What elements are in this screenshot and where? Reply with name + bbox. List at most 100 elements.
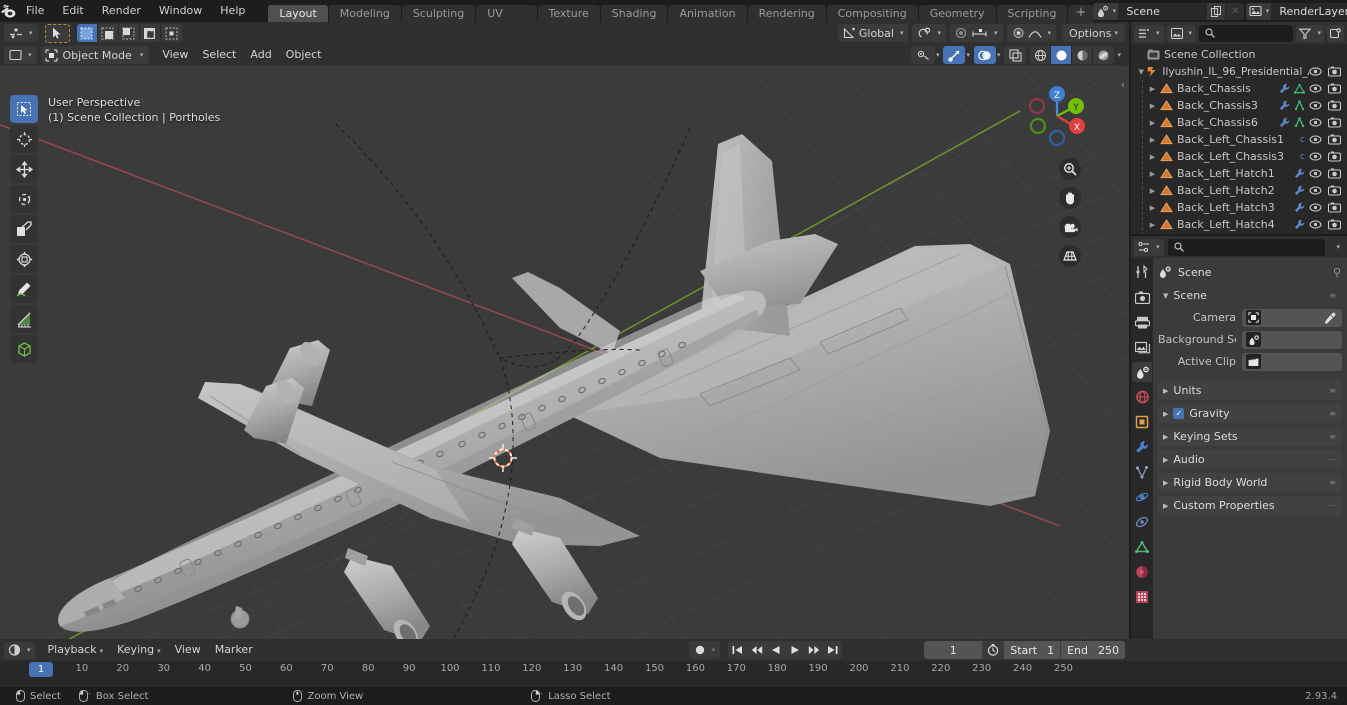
jump-start-button[interactable] bbox=[728, 641, 747, 659]
object-visibility-toggles[interactable] bbox=[1309, 202, 1347, 213]
next-keyframe-button[interactable] bbox=[804, 641, 823, 659]
viewport-menu-object[interactable]: Object bbox=[279, 46, 329, 64]
pin-icon[interactable]: ⚲ bbox=[1333, 267, 1342, 278]
properties-search-input[interactable] bbox=[1167, 238, 1326, 256]
tab-geometry-nodes[interactable]: Geometry Nodes bbox=[918, 5, 996, 37]
select-set-icon[interactable] bbox=[76, 24, 98, 42]
timeline-menu-playback[interactable]: Playback ▾ bbox=[41, 641, 111, 659]
panel-header-keying-sets[interactable]: ▶ Keying Sets ≡ bbox=[1158, 427, 1342, 446]
object-disclosure-triangle[interactable]: ▶ bbox=[1147, 153, 1158, 161]
object-visibility-toggles[interactable] bbox=[1309, 134, 1347, 145]
viewport-menu-select[interactable]: Select bbox=[195, 46, 243, 64]
outliner-new-collection-button[interactable] bbox=[1327, 24, 1344, 42]
add-workspace-button[interactable]: + bbox=[1068, 5, 1094, 22]
outliner-row-object[interactable]: ▶ Back_Chassis3 bbox=[1131, 97, 1347, 114]
cursor-tool[interactable] bbox=[10, 125, 38, 153]
object-modifier-icons[interactable] bbox=[1294, 168, 1309, 179]
outliner-display-mode[interactable]: ▾ bbox=[1166, 24, 1197, 42]
select-mode-group[interactable] bbox=[76, 24, 182, 42]
panel-header-custom-properties[interactable]: ▶ Custom Properties ⋯ bbox=[1158, 496, 1342, 515]
menu-help[interactable]: Help bbox=[211, 0, 254, 22]
material-tab[interactable] bbox=[1132, 562, 1152, 582]
tab-shading[interactable]: Shading bbox=[600, 5, 668, 22]
viewport-canvas[interactable]: User Perspective (1) Scene Collection | … bbox=[0, 66, 1129, 661]
visibility-selector[interactable] bbox=[910, 46, 935, 64]
editor-type-selector-2[interactable]: ▾ bbox=[4, 46, 37, 64]
viewport-menu-add[interactable]: Add bbox=[243, 46, 278, 64]
active-tool-button[interactable] bbox=[44, 23, 70, 43]
properties-editor-type[interactable]: ▾ bbox=[1134, 238, 1164, 256]
material-preview-icon[interactable] bbox=[1072, 46, 1094, 64]
object-visibility-toggles[interactable] bbox=[1309, 185, 1347, 196]
playback-controls[interactable] bbox=[728, 641, 843, 659]
object-disclosure-triangle[interactable]: ▶ bbox=[1147, 170, 1158, 178]
viewport-3d-scene[interactable] bbox=[0, 66, 1129, 661]
outliner-row-object[interactable]: ▶ Back_Left_Hatch4 bbox=[1131, 216, 1347, 233]
menu-window[interactable]: Window bbox=[150, 0, 211, 22]
tab-animation[interactable]: Animation bbox=[668, 5, 747, 22]
panel-header-rigid-body-world[interactable]: ▶ Rigid Body World ≡ bbox=[1158, 473, 1342, 492]
eyedropper-icon[interactable] bbox=[1322, 312, 1338, 324]
viewlayer-selector[interactable]: ▾ RenderLayer ✕ bbox=[1246, 2, 1347, 20]
xray-toggle-button[interactable] bbox=[1004, 46, 1027, 64]
collection-disclosure-triangle[interactable]: ▼ bbox=[1136, 68, 1146, 76]
object-modifier-icons[interactable] bbox=[1294, 185, 1309, 196]
show-overlays-button[interactable] bbox=[973, 46, 996, 64]
object-disclosure-triangle[interactable]: ▶ bbox=[1147, 85, 1158, 93]
zoom-icon[interactable] bbox=[1059, 158, 1081, 180]
end-frame-field[interactable]: End 250 bbox=[1060, 641, 1125, 659]
use-preview-range-button[interactable] bbox=[982, 641, 1004, 659]
tool-tab[interactable] bbox=[1132, 262, 1152, 282]
proportional-edit-selector[interactable]: ▾ bbox=[950, 24, 1003, 42]
hand-icon[interactable] bbox=[1059, 187, 1081, 209]
outliner-row-object[interactable]: ▶ Back_Chassis bbox=[1131, 80, 1347, 97]
physics-tab[interactable] bbox=[1132, 487, 1152, 507]
object-disclosure-triangle[interactable]: ▶ bbox=[1147, 102, 1158, 110]
viewlayer-tab[interactable] bbox=[1132, 337, 1152, 357]
property-field-active-clip[interactable] bbox=[1242, 352, 1342, 371]
transform-orientation-selector[interactable]: Global ▾ bbox=[837, 24, 909, 42]
object-disclosure-triangle[interactable]: ▶ bbox=[1147, 204, 1158, 212]
outliner-editor-type[interactable]: ▾ bbox=[1134, 24, 1164, 42]
object-modifier-icons[interactable] bbox=[1279, 100, 1309, 111]
viewlayer-name[interactable]: RenderLayer bbox=[1271, 2, 1347, 20]
solid-shading-icon[interactable] bbox=[1051, 46, 1073, 64]
tab-scripting[interactable]: Scripting bbox=[996, 5, 1068, 22]
modifier-tab[interactable] bbox=[1132, 437, 1152, 457]
property-field-camera[interactable] bbox=[1242, 308, 1342, 327]
object-modifier-icons[interactable]: c bbox=[1300, 135, 1309, 145]
object-disclosure-triangle[interactable]: ▶ bbox=[1147, 221, 1158, 229]
object-visibility-toggles[interactable] bbox=[1309, 151, 1347, 162]
render-tab[interactable] bbox=[1132, 287, 1152, 307]
wireframe-shading-icon[interactable] bbox=[1030, 46, 1052, 64]
world-tab[interactable] bbox=[1132, 387, 1152, 407]
select-intersect-icon[interactable] bbox=[160, 24, 182, 42]
tab-layout[interactable]: Layout bbox=[268, 5, 328, 22]
outliner-tree[interactable]: Scene Collection ▼ Ilyushin_IL_96_Presid… bbox=[1131, 44, 1347, 234]
navigation-gizmo[interactable]: Z Y X bbox=[1021, 80, 1093, 152]
menu-edit[interactable]: Edit bbox=[53, 0, 92, 22]
constraints-tab[interactable] bbox=[1132, 512, 1152, 532]
transform-tool[interactable] bbox=[10, 245, 38, 273]
timeline-menu-view[interactable]: View bbox=[168, 641, 208, 659]
select-invert-icon[interactable] bbox=[139, 24, 161, 42]
rendered-shading-icon[interactable] bbox=[1093, 46, 1115, 64]
interaction-mode-selector[interactable]: Object Mode ▾ bbox=[40, 46, 150, 64]
viewport-menu-view[interactable]: View bbox=[155, 46, 195, 64]
new-scene-button[interactable] bbox=[1206, 2, 1226, 20]
move-tool[interactable] bbox=[10, 155, 38, 183]
outliner-row-object[interactable]: ▶ Back_Left_Hatch1 bbox=[1131, 165, 1347, 182]
outliner-filter-button[interactable]: ▾ bbox=[1296, 24, 1324, 42]
menu-render[interactable]: Render bbox=[93, 0, 150, 22]
outliner-search-input[interactable] bbox=[1199, 24, 1294, 42]
texture-tab[interactable] bbox=[1132, 587, 1152, 607]
select-extend-icon[interactable] bbox=[97, 24, 119, 42]
editor-type-selector[interactable]: ▾ bbox=[4, 24, 38, 42]
scene-name[interactable]: Scene bbox=[1118, 2, 1207, 20]
timeline-playhead[interactable]: 1 bbox=[29, 662, 53, 677]
rotate-tool[interactable] bbox=[10, 185, 38, 213]
object-modifier-icons[interactable] bbox=[1294, 202, 1309, 213]
tab-sculpting[interactable]: Sculpting bbox=[401, 5, 476, 22]
outliner-row-collection[interactable]: ▼ Ilyushin_IL_96_Presidential_Ai bbox=[1131, 63, 1347, 80]
select-subtract-icon[interactable] bbox=[118, 24, 140, 42]
